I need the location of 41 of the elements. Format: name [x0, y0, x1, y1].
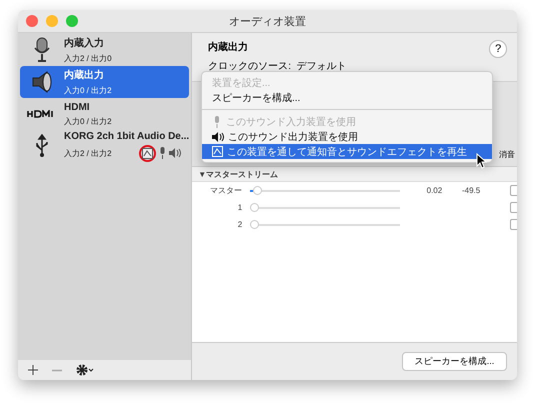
device-name: 内蔵入力 [64, 36, 105, 50]
db-value: -49.5 [460, 186, 480, 195]
help-button[interactable]: ? [489, 40, 508, 58]
clock-source-label: クロックのソース: デフォルト [208, 60, 347, 73]
device-item[interactable]: HDMI 入力0 / 出力2 [20, 98, 190, 130]
minimize-button[interactable] [46, 15, 58, 27]
channel-count: 入力2 / 出力0 [64, 53, 112, 64]
device-item[interactable]: KORG 2ch 1bit Audio De... 入力2 / 出力2 [20, 130, 190, 162]
configure-speakers-button[interactable]: スピーカーを構成... [402, 352, 508, 371]
zoom-button[interactable] [66, 15, 78, 27]
channel-label: マスター [209, 185, 244, 196]
speaker-icon [30, 70, 54, 94]
minus-icon [52, 368, 62, 372]
microphone-icon [33, 37, 51, 63]
close-button[interactable] [26, 15, 38, 27]
usb-icon [34, 134, 50, 158]
system-sound-icon [212, 146, 223, 157]
mute-column-label: 消音 [499, 150, 516, 159]
menu-item[interactable]: スピーカーを構成... [202, 90, 492, 105]
device-title: 内蔵出力 [208, 40, 250, 54]
plus-icon [28, 365, 38, 375]
menu-item[interactable]: このサウンド出力装置を使用 [202, 129, 492, 144]
device-item[interactable]: 内蔵入力 入力2 / 出力0 [20, 34, 190, 66]
channel-label: 1 [236, 203, 244, 212]
channel-label: 2 [236, 220, 244, 229]
volume-value: 0.02 [426, 186, 442, 195]
channel-count: 入力0 / 出力2 [64, 116, 112, 126]
device-item[interactable]: 内蔵出力 入力0 / 出力2 [20, 66, 190, 98]
section-header[interactable]: ▼マスターストリーム [198, 168, 278, 180]
speaker-icon [212, 132, 224, 142]
channel-count: 入力2 / 出力2 [64, 148, 112, 158]
device-name: HDMI [64, 102, 91, 112]
microphone-icon [212, 116, 222, 128]
menu-item[interactable]: この装置を通して通知音とサウンドエフェクトを再生 [202, 144, 492, 159]
device-name: KORG 2ch 1bit Audio De... [64, 130, 190, 142]
gear-icon [76, 364, 96, 376]
channel-count: 入力0 / 出力2 [64, 85, 112, 96]
add-button[interactable] [26, 363, 40, 377]
device-name: 内蔵出力 [64, 68, 105, 82]
window-title: オーディオ装置 [229, 14, 306, 28]
system-sound-icon [142, 148, 154, 158]
